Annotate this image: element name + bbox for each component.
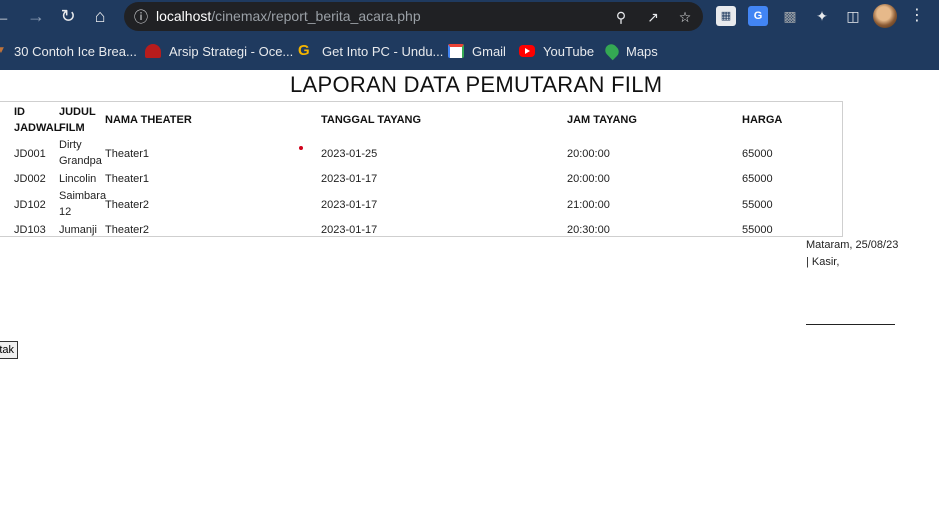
header-text: ID — [14, 106, 25, 118]
getintopc-favicon-icon: G — [298, 42, 310, 59]
cell-judul: Saimbara 12 — [59, 188, 106, 220]
cell-text: 12 — [59, 206, 72, 218]
bookmark-favicon-icon — [145, 44, 161, 58]
bookmark-label: Gmail — [472, 43, 506, 59]
translate-icon[interactable]: G — [748, 6, 768, 26]
cell-text: Saimbara — [59, 190, 107, 202]
cell-judul: Jumanji — [59, 224, 97, 236]
menu-kebab-icon[interactable]: ⋮ — [907, 6, 927, 26]
report-table: ID JADWAL JUDUL FILM NAMA THEATER TANGGA… — [0, 101, 843, 237]
cell-tanggal: 2023-01-25 — [321, 148, 378, 160]
home-icon[interactable]: ⌂ — [88, 5, 112, 29]
qr-code-icon[interactable]: ▦ — [716, 6, 736, 26]
cell-harga: 55000 — [742, 224, 773, 236]
bookmark-star-icon[interactable]: ☆ — [676, 8, 694, 26]
cell-harga: 65000 — [742, 148, 773, 160]
column-header-jam: JAM TAYANG — [567, 114, 637, 126]
browser-toolbar: ← → ↻ ⌂ ⓘ localhost/cinemax/report_berit… — [0, 0, 939, 33]
profile-avatar[interactable] — [873, 4, 897, 28]
side-panel-icon[interactable]: ◫ — [843, 6, 863, 26]
site-info-icon[interactable]: ⓘ — [132, 8, 150, 26]
cell-judul: Lincolin — [59, 173, 97, 185]
bookmarks-bar: ▼ 30 Contoh Ice Brea... Arsip Strategi -… — [0, 40, 939, 62]
puzzle-extensions-icon[interactable]: ✦ — [812, 6, 832, 26]
bookmark-item[interactable]: ▼ 30 Contoh Ice Brea... — [0, 42, 137, 60]
cell-tanggal: 2023-01-17 — [321, 224, 378, 236]
cell-id: JD102 — [14, 199, 46, 211]
bookmark-favicon-icon: ▼ — [0, 45, 6, 56]
bookmark-label: Arsip Strategi - Oce... — [169, 43, 294, 59]
column-header-theater: NAMA THEATER — [105, 114, 192, 126]
bookmark-label: YouTube — [543, 43, 595, 59]
header-text: JADWAL — [14, 122, 61, 134]
bookmark-item[interactable]: Gmail — [448, 42, 506, 60]
cell-tanggal: 2023-01-17 — [321, 199, 378, 211]
cell-jam: 20:30:00 — [567, 224, 610, 236]
signature-role: | Kasir, — [806, 256, 840, 268]
bookmark-item[interactable]: Arsip Strategi - Oce... — [145, 42, 293, 60]
zoom-icon[interactable]: ⚲ — [612, 8, 630, 26]
cell-text: Grandpa — [59, 155, 102, 167]
header-text: FILM — [59, 122, 85, 134]
cell-theater: Theater2 — [105, 199, 150, 211]
cell-jam: 20:00:00 — [567, 173, 610, 185]
red-dot-marker — [299, 146, 303, 150]
cell-tanggal: 2023-01-17 — [321, 173, 378, 185]
back-icon[interactable]: ← — [0, 5, 14, 29]
url-path: /cinemax/report_berita_acara.php — [211, 8, 421, 24]
cell-theater: Theater1 — [105, 148, 150, 160]
url-host: localhost — [156, 8, 212, 24]
cell-theater: Theater1 — [105, 173, 150, 185]
bookmark-item[interactable]: G Get Into PC - Undu... — [298, 42, 443, 60]
cell-theater: Theater2 — [105, 224, 150, 236]
column-header-tanggal: TANGGAL TAYANG — [321, 114, 422, 126]
cell-harga: 55000 — [742, 199, 773, 211]
column-header-id: ID JADWAL — [14, 104, 60, 136]
share-icon[interactable]: ↗ — [644, 8, 662, 26]
print-button[interactable]: tak — [0, 341, 18, 359]
bookmark-item[interactable]: YouTube — [519, 42, 594, 60]
column-header-harga: HARGA — [742, 114, 783, 126]
cell-judul: Dirty Grandpa — [59, 137, 102, 169]
cell-id: JD001 — [14, 148, 46, 160]
page-title: LAPORAN DATA PEMUTARAN FILM — [290, 72, 663, 97]
cell-jam: 20:00:00 — [567, 148, 610, 160]
forward-icon[interactable]: → — [24, 5, 48, 29]
column-header-judul: JUDUL FILM — [59, 104, 96, 136]
url-text[interactable]: localhost/cinemax/report_berita_acara.ph… — [156, 8, 421, 24]
header-text: JUDUL — [59, 106, 96, 118]
report-page: LAPORAN DATA PEMUTARAN FILM ID JADWAL JU… — [0, 70, 939, 531]
maps-pin-icon — [602, 41, 622, 61]
signature-line — [806, 324, 895, 325]
signature-place-date: Mataram, 25/08/23 — [806, 239, 899, 251]
gmail-icon — [448, 44, 464, 58]
cell-text: Dirty — [59, 139, 82, 151]
youtube-icon — [519, 45, 535, 57]
reload-icon[interactable]: ↻ — [56, 5, 80, 29]
extension-icon[interactable]: ▩ — [780, 6, 800, 26]
bookmark-label: Get Into PC - Undu... — [322, 43, 444, 59]
cell-id: JD103 — [14, 224, 46, 236]
bookmark-label: 30 Contoh Ice Brea... — [14, 43, 137, 59]
bookmark-item[interactable]: Maps — [602, 41, 658, 61]
cell-id: JD002 — [14, 173, 46, 185]
cell-jam: 21:00:00 — [567, 199, 610, 211]
address-bar[interactable]: ⓘ localhost/cinemax/report_berita_acara.… — [124, 2, 703, 31]
browser-chrome: ← → ↻ ⌂ ⓘ localhost/cinemax/report_berit… — [0, 0, 939, 70]
cell-harga: 65000 — [742, 173, 773, 185]
bookmark-label: Maps — [626, 43, 658, 59]
